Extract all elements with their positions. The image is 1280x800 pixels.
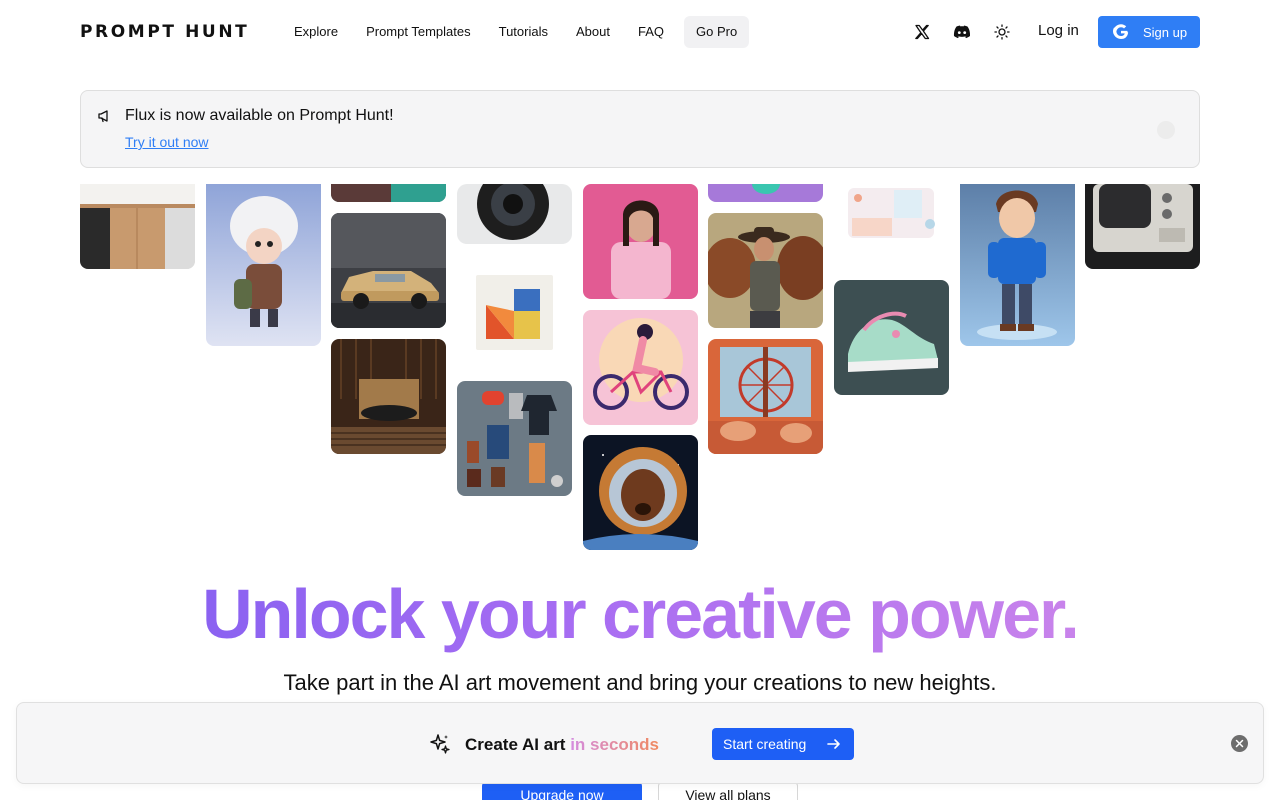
banner-close-icon[interactable] bbox=[1157, 121, 1175, 139]
gallery-tile-cartoon-boy[interactable] bbox=[960, 184, 1075, 346]
top-header: PROMPT HUNT Explore Prompt Templates Tut… bbox=[0, 0, 1280, 64]
promo-bar: Create AI art in seconds Start creating bbox=[16, 702, 1264, 784]
hero-title: Unlock your creative power. bbox=[0, 574, 1280, 654]
banner-try-link[interactable]: Try it out now bbox=[125, 134, 209, 150]
hero-subtitle: Take part in the AI art movement and bri… bbox=[283, 670, 997, 695]
gallery-tile-partial[interactable] bbox=[331, 184, 446, 202]
gallery-tile-clothing-flatlay[interactable] bbox=[457, 381, 572, 496]
gallery-tile-partial[interactable] bbox=[708, 184, 823, 202]
gallery-tile-kitchen[interactable] bbox=[80, 184, 195, 269]
gallery-tile-cowboy-cattle[interactable] bbox=[708, 213, 823, 328]
nav-explore[interactable]: Explore bbox=[280, 16, 352, 48]
banner-text: Flux is now available on Prompt Hunt! bbox=[125, 107, 394, 124]
gallery-tile-cute-character[interactable] bbox=[206, 184, 321, 346]
signup-label: Sign up bbox=[1143, 25, 1188, 40]
sun-icon[interactable] bbox=[990, 20, 1014, 44]
upgrade-button[interactable]: Upgrade now bbox=[482, 782, 642, 800]
arrow-right-icon bbox=[827, 739, 840, 749]
nav-tutorials[interactable]: Tutorials bbox=[485, 16, 562, 48]
nav-about[interactable]: About bbox=[562, 16, 624, 48]
logo[interactable]: PROMPT HUNT bbox=[80, 22, 249, 42]
gallery-tile-pastel-bedroom[interactable] bbox=[834, 184, 949, 254]
signup-button[interactable]: Sign up bbox=[1098, 16, 1200, 48]
promo-close-icon[interactable] bbox=[1231, 735, 1248, 752]
promo-text: Create AI art in seconds bbox=[465, 735, 659, 755]
view-plans-button[interactable]: View all plans bbox=[658, 782, 798, 800]
promo-text-main: Create AI art bbox=[465, 735, 566, 754]
gallery-tile-cyclist-illustration[interactable] bbox=[583, 310, 698, 425]
gallery-tile-ferris-wheel-room[interactable] bbox=[708, 339, 823, 454]
gallery-tile-retro-tv[interactable] bbox=[1085, 184, 1200, 269]
nav-faq[interactable]: FAQ bbox=[624, 16, 678, 48]
gallery-tile-vintage-car[interactable] bbox=[331, 213, 446, 328]
nav-go-pro[interactable]: Go Pro bbox=[683, 16, 750, 48]
gallery-tile-abstract-shapes[interactable] bbox=[476, 275, 553, 350]
gallery-tile-astronaut-dog[interactable] bbox=[583, 435, 698, 550]
nav-prompt-templates[interactable]: Prompt Templates bbox=[352, 16, 485, 48]
x-twitter-icon[interactable] bbox=[910, 20, 934, 44]
start-creating-button[interactable]: Start creating bbox=[712, 728, 854, 760]
promo-text-highlight: in seconds bbox=[570, 735, 660, 754]
gallery-tile-woman-pink[interactable] bbox=[583, 184, 698, 299]
start-creating-label: Start creating bbox=[723, 736, 807, 752]
gallery-tile-sneakers[interactable] bbox=[834, 280, 949, 395]
announcement-banner: Flux is now available on Prompt Hunt! Tr… bbox=[80, 90, 1200, 168]
sparkles-icon bbox=[430, 734, 450, 754]
login-link[interactable]: Log in bbox=[1038, 22, 1079, 39]
google-icon bbox=[1113, 24, 1129, 39]
gallery-tile-record-player[interactable] bbox=[331, 339, 446, 454]
discord-icon[interactable] bbox=[950, 20, 974, 44]
gallery-tile-camera[interactable] bbox=[457, 184, 572, 244]
main-nav: Explore Prompt Templates Tutorials About… bbox=[280, 16, 750, 48]
megaphone-icon bbox=[98, 110, 108, 123]
